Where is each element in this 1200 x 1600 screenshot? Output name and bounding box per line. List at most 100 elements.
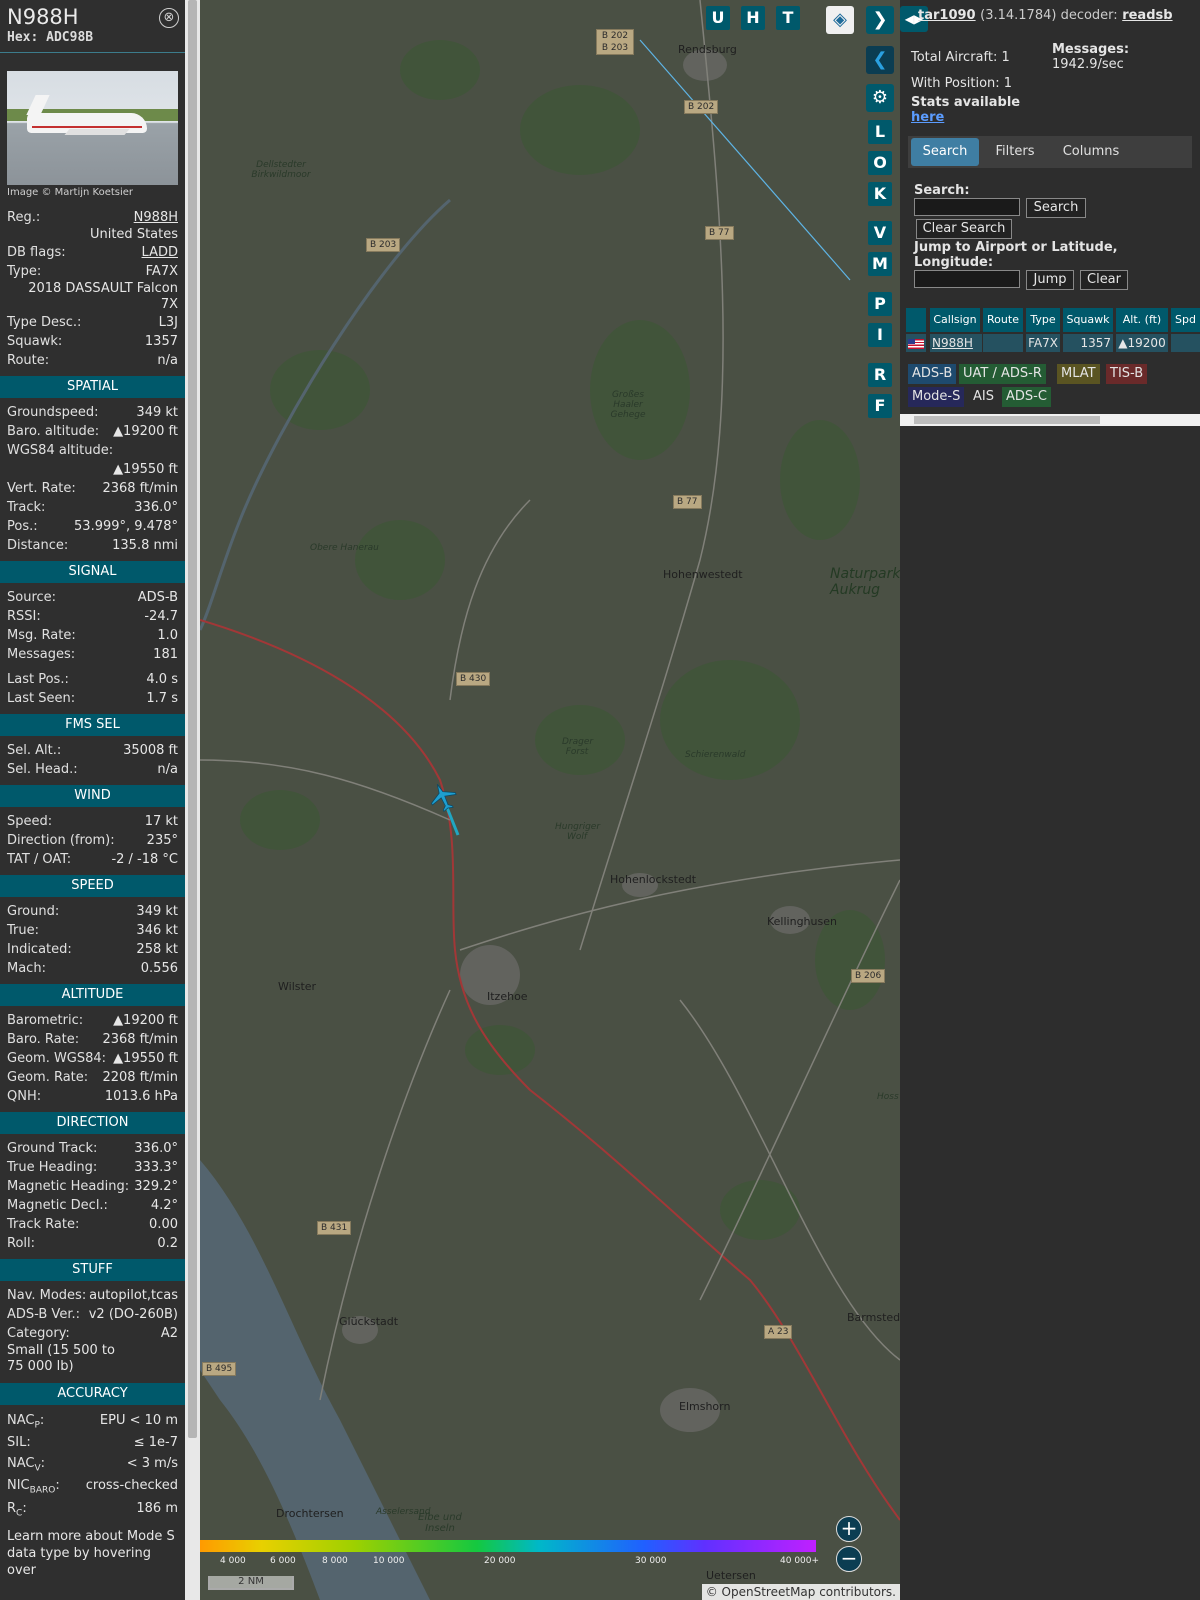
aircraft-icon[interactable]	[428, 782, 458, 812]
table-cell-spd[interactable]	[1171, 334, 1200, 352]
table-row-flag[interactable]	[906, 334, 926, 352]
table-header-squawk[interactable]: Squawk	[1063, 308, 1113, 332]
jump-input[interactable]	[914, 270, 1020, 288]
map-button-v[interactable]: V	[868, 221, 892, 245]
map-attribution[interactable]: © OpenStreetMap contributors.	[701, 1584, 900, 1600]
map-button-u[interactable]: U	[706, 6, 730, 30]
table-cell-route[interactable]	[983, 334, 1023, 352]
alt-legend-20000: 20 000	[484, 1556, 516, 1566]
section-stuff: STUFF	[0, 1259, 185, 1281]
info-label: Roll:	[7, 1236, 36, 1251]
info-row: TAT / OAT: -2 / -18 °C	[0, 850, 185, 869]
nacp-sub: P	[34, 1420, 40, 1431]
wind-list: Speed: 17 kt Direction (from): 235° TAT / OA…	[0, 812, 185, 869]
info-label: Speed:	[7, 814, 53, 829]
info-label: Nav. Modes:	[7, 1288, 87, 1303]
map-button-k[interactable]: K	[868, 182, 892, 206]
info-row: Groundspeed: 349 kt	[0, 403, 185, 422]
info-value: A2	[160, 1326, 178, 1341]
source-badge-tisb[interactable]: TIS-B	[1106, 364, 1148, 384]
table-horizontal-scrollbar[interactable]	[900, 414, 1200, 426]
map-button-m[interactable]: M	[868, 252, 892, 276]
infoblock-scroll-thumb[interactable]	[188, 0, 197, 1438]
stats-link[interactable]: here	[911, 110, 944, 125]
jump-button[interactable]: Jump	[1026, 270, 1074, 290]
country: United States	[89, 227, 178, 242]
source-badge-adsb[interactable]: ADS-B	[908, 364, 957, 384]
tar1090-link[interactable]: tar1090	[918, 8, 976, 23]
source-badge-mlat[interactable]: MLAT	[1057, 364, 1100, 384]
table-header-route[interactable]: Route	[983, 308, 1023, 332]
info-label: True Heading:	[7, 1160, 98, 1175]
map-button-h[interactable]: H	[741, 6, 765, 30]
map-button-r[interactable]: R	[868, 363, 892, 387]
table-header-callsign[interactable]: Callsign	[930, 308, 980, 332]
chevron-right-icon[interactable]: ❯	[866, 6, 894, 34]
dbflags-label: DB flags:	[7, 245, 66, 260]
tab-columns[interactable]: Columns	[1050, 138, 1132, 166]
table-cell-alt[interactable]: ▲19200	[1116, 334, 1168, 352]
footer-hint: Learn more about Mode S data type by hov…	[7, 1529, 175, 1578]
tab-filters[interactable]: Filters	[982, 138, 1048, 166]
info-value: 1.0	[157, 628, 178, 643]
section-speed: SPEED	[0, 875, 185, 897]
rc-label: R	[7, 1501, 17, 1516]
typedesc-row: Type Desc.: L3J	[0, 313, 185, 332]
info-label: Ground Track:	[7, 1141, 98, 1156]
source-badge-modes[interactable]: Mode-S	[908, 387, 965, 407]
search-input[interactable]	[914, 198, 1020, 216]
info-label: Last Seen:	[7, 691, 76, 706]
map-button-p[interactable]: P	[868, 292, 892, 316]
place-schierenwald: Schierenwald	[685, 750, 746, 760]
layers-icon[interactable]: ◈	[826, 6, 854, 34]
table-cell-type[interactable]: FA7X	[1026, 334, 1060, 352]
info-label: Msg. Rate:	[7, 628, 76, 643]
panel-tabs: Search Filters Columns	[908, 136, 1192, 168]
map-button-f[interactable]: F	[868, 394, 892, 418]
map-button-t[interactable]: T	[776, 6, 800, 30]
source-badge-ais[interactable]: AIS	[969, 387, 998, 407]
decoder-link[interactable]: readsb	[1122, 8, 1172, 23]
info-label: Vert. Rate:	[7, 481, 76, 496]
fms-list: Sel. Alt.: 35008 ft Sel. Head.: n/a	[0, 741, 185, 779]
info-label: Magnetic Heading:	[7, 1179, 130, 1194]
place-wilster: Wilster	[278, 980, 317, 993]
clear-button[interactable]: Clear	[1080, 270, 1128, 290]
place-hohenlockstedt: Hohenlockstedt	[610, 873, 697, 886]
table-header-alt[interactable]: Alt. (ft)	[1116, 308, 1168, 332]
table-header-spd[interactable]: Spd	[1171, 308, 1200, 332]
info-value: 349 kt	[136, 904, 178, 919]
aircraft-photo[interactable]	[7, 71, 178, 185]
settings-gear-icon[interactable]: ⚙	[866, 84, 894, 112]
map-button-l[interactable]: L	[868, 120, 892, 144]
type-row: Type: FA7X	[0, 262, 185, 281]
road-b495: B 495	[202, 1362, 237, 1376]
info-value: 53.999°, 9.478°	[74, 519, 178, 534]
road-b206: B 206	[851, 969, 886, 983]
tab-search[interactable]: Search	[911, 138, 979, 166]
map-view[interactable]: Rendsburg Dellstedter Birkwildmoor Große…	[200, 0, 900, 1600]
source-badge-uat[interactable]: UAT / ADS-R	[959, 364, 1046, 384]
place-elbe-inseln: Elbe und Inseln	[418, 1512, 462, 1534]
info-label: Sel. Head.:	[7, 762, 78, 777]
source-badge-adsc[interactable]: ADS-C	[1002, 387, 1051, 407]
zoom-in-icon[interactable]: +	[836, 1516, 862, 1542]
chevron-left-icon[interactable]: ❮	[866, 46, 894, 74]
table-header-flag[interactable]	[906, 308, 926, 332]
reg-link[interactable]: N988H	[134, 208, 178, 227]
map-button-o[interactable]: O	[868, 151, 892, 175]
section-accuracy: ACCURACY	[0, 1383, 185, 1405]
table-cell-squawk[interactable]: 1357	[1063, 334, 1113, 352]
typedesc-value: L3J	[158, 315, 178, 330]
search-button[interactable]: Search	[1026, 198, 1086, 218]
zoom-out-icon[interactable]: −	[836, 1546, 862, 1572]
table-header-type[interactable]: Type	[1026, 308, 1060, 332]
map-button-i[interactable]: I	[868, 323, 892, 347]
horizontal-scroll-thumb[interactable]	[914, 416, 1100, 424]
table-cell-callsign[interactable]: N988H	[930, 334, 982, 352]
close-icon[interactable]: ⊗	[159, 8, 179, 28]
info-value: n/a	[157, 762, 178, 777]
dbflags-link[interactable]: LADD	[142, 243, 178, 262]
total-aircraft: Total Aircraft: 1	[911, 50, 1010, 65]
clear-search-button[interactable]: Clear Search	[916, 219, 1012, 239]
